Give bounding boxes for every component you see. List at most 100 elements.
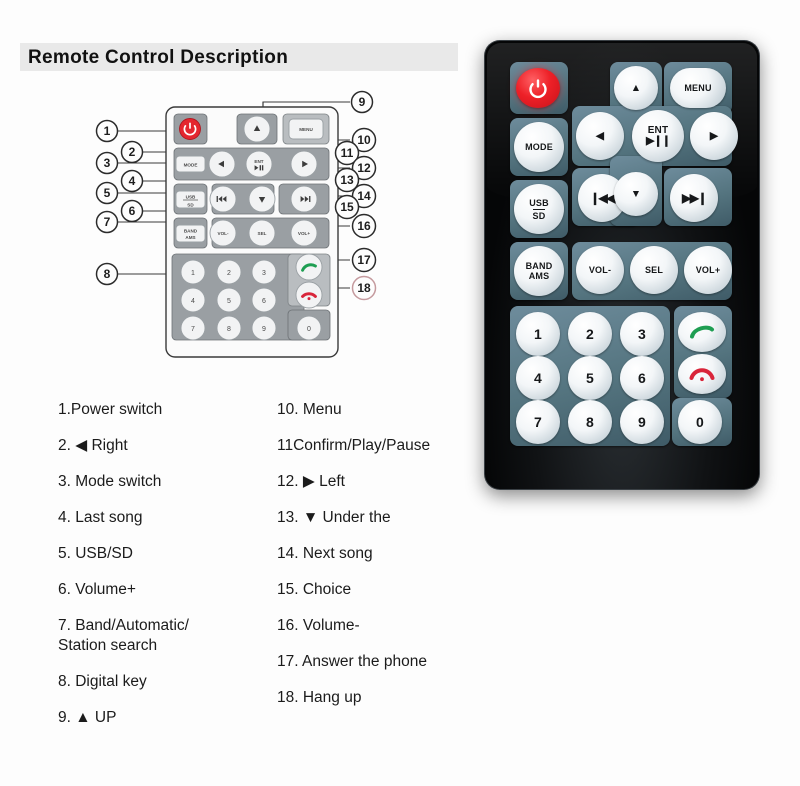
svg-text:BAND: BAND <box>184 228 198 233</box>
svg-text:9: 9 <box>262 326 266 333</box>
key-2[interactable]: 2 <box>568 312 612 356</box>
legend-item: 5. USB/SD <box>58 545 133 562</box>
svg-text:5: 5 <box>227 298 231 305</box>
legend-item: 3. Mode switch <box>58 473 162 490</box>
legend-column-right: 10. Menu 11Confirm/Play/Pause 12. ▶ Left… <box>277 400 477 724</box>
volume-down-button[interactable]: VOL- <box>576 246 624 294</box>
callout-15: 15 <box>334 194 360 220</box>
callout-2: 2 <box>120 140 144 164</box>
callout-4: 4 <box>120 169 144 193</box>
key-4[interactable]: 4 <box>516 356 560 400</box>
svg-text:8: 8 <box>104 267 111 281</box>
down-button[interactable]: ▼ <box>614 172 658 216</box>
svg-text:3: 3 <box>262 270 266 277</box>
svg-text:9: 9 <box>359 95 366 109</box>
legend-item: 11Confirm/Play/Pause <box>277 437 431 454</box>
enter-button[interactable]: ENT ▶❙❙ <box>632 110 684 162</box>
legend-item: 6. Volume+ <box>58 581 136 598</box>
legend-item: 17. Answer the phone <box>277 653 427 670</box>
legend-item: 10. Menu <box>277 401 342 418</box>
callout-1: 1 <box>95 119 119 143</box>
svg-text:3: 3 <box>104 156 111 170</box>
legend-item: 13. ▼ Under the <box>277 509 391 526</box>
power-button[interactable] <box>516 68 560 108</box>
legend-item: 18. Hang up <box>277 689 362 706</box>
callout-9: 9 <box>350 90 374 114</box>
svg-text:MENU: MENU <box>299 127 313 132</box>
key-7[interactable]: 7 <box>516 400 560 444</box>
legend-item: 15. Choice <box>277 581 352 598</box>
band-label: BAND <box>525 261 553 271</box>
key-0[interactable]: 0 <box>678 400 722 444</box>
key-8[interactable]: 8 <box>568 400 612 444</box>
key-5[interactable]: 5 <box>568 356 612 400</box>
key-3[interactable]: 3 <box>620 312 664 356</box>
key-9[interactable]: 9 <box>620 400 664 444</box>
svg-text:5: 5 <box>104 186 111 200</box>
svg-text:SD: SD <box>187 202 194 207</box>
svg-text:4: 4 <box>191 298 195 305</box>
svg-text:16: 16 <box>357 219 371 233</box>
volume-up-button[interactable]: VOL+ <box>684 246 732 294</box>
answer-call-button[interactable] <box>678 312 726 352</box>
remote-photo: ▲ MENU MODE ◀ ENT ▶❙❙ ▶ USB SD ❙◀◀ ▼ ▶▶❙… <box>484 40 764 495</box>
legend-item: 16. Volume- <box>277 617 360 634</box>
callout-6: 6 <box>120 199 144 223</box>
right-button[interactable]: ▶ <box>690 112 738 160</box>
svg-text:ENT: ENT <box>254 159 263 164</box>
legend-item: 4. Last song <box>58 509 143 526</box>
legend-item: 8. Digital key <box>58 673 147 690</box>
svg-text:USB: USB <box>186 194 196 199</box>
svg-text:14: 14 <box>357 189 371 203</box>
menu-button[interactable]: MENU <box>670 68 726 108</box>
legend-item: 9. ▲ UP <box>58 709 117 726</box>
svg-text:VOL-: VOL- <box>218 231 229 236</box>
svg-text:1: 1 <box>191 270 195 277</box>
play-pause-icon: ▶❙❙ <box>646 135 671 147</box>
key-6[interactable]: 6 <box>620 356 664 400</box>
svg-text:15: 15 <box>340 200 354 214</box>
svg-text:13: 13 <box>340 173 354 187</box>
page-title: Remote Control Description <box>28 47 289 68</box>
legend-item: 12. ▶ Left <box>277 473 345 490</box>
callout-3: 3 <box>95 151 119 175</box>
svg-text:7: 7 <box>191 326 195 333</box>
svg-text:2: 2 <box>129 145 136 159</box>
svg-text:10: 10 <box>357 133 371 147</box>
svg-text:7: 7 <box>104 215 111 229</box>
svg-text:SEL: SEL <box>258 231 267 236</box>
callout-18: 18 <box>351 275 377 301</box>
svg-text:1: 1 <box>104 124 111 138</box>
legend-item: 1.Power switch <box>58 401 163 418</box>
answer-call-icon <box>690 325 714 339</box>
legend-item: 14. Next song <box>277 545 373 562</box>
up-button[interactable]: ▲ <box>614 66 658 110</box>
svg-text:0: 0 <box>307 326 311 333</box>
callout-5: 5 <box>95 181 119 205</box>
band-ams-button[interactable]: BAND AMS <box>514 246 564 296</box>
legend-item: 7. Band/Automatic/ Station search <box>58 617 189 654</box>
svg-text:17: 17 <box>357 253 371 267</box>
svg-text:11: 11 <box>341 146 354 160</box>
select-button[interactable]: SEL <box>630 246 678 294</box>
hang-up-icon <box>689 368 715 382</box>
left-button[interactable]: ◀ <box>576 112 624 160</box>
legend-column-left: 1.Power switch 2. ◀ Right 3. Mode switch… <box>58 400 273 744</box>
usb-label: USB <box>529 197 549 208</box>
callout-8: 8 <box>95 262 119 286</box>
next-track-button[interactable]: ▶▶❙ <box>670 174 718 222</box>
svg-text:AMS: AMS <box>185 235 195 240</box>
svg-text:6: 6 <box>262 298 266 305</box>
legend-item: 2. ◀ Right <box>58 437 128 454</box>
svg-text:8: 8 <box>227 326 231 333</box>
callout-16: 16 <box>351 213 377 239</box>
mode-button[interactable]: MODE <box>514 122 564 172</box>
svg-text:4: 4 <box>129 174 136 188</box>
svg-text:12: 12 <box>357 161 371 175</box>
usb-sd-button[interactable]: USB SD <box>514 184 564 234</box>
ams-label: AMS <box>528 271 550 281</box>
key-1[interactable]: 1 <box>516 312 560 356</box>
hang-up-button[interactable] <box>678 354 726 394</box>
svg-text:6: 6 <box>129 204 136 218</box>
svg-text:MODE: MODE <box>184 162 198 167</box>
